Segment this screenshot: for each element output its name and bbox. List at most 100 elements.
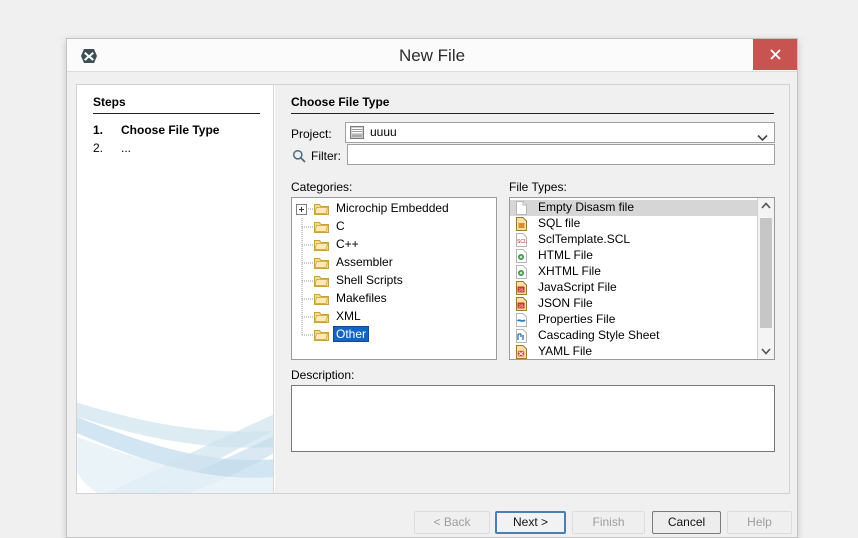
choose-file-type-pane: Choose File Type Project: uuuu Filter: C… bbox=[275, 85, 789, 493]
filter-label: Filter: bbox=[311, 149, 341, 163]
step-item-1: 1. Choose File Type bbox=[93, 123, 268, 141]
file-type-row[interactable]: Empty Disasm file bbox=[510, 200, 774, 216]
file-type-row[interactable]: YAML File bbox=[510, 344, 774, 359]
dialog-button-bar: < Back Next > Finish Cancel Help bbox=[67, 493, 797, 537]
svg-text:JS: JS bbox=[518, 287, 523, 292]
new-file-dialog: New File Steps 1. Choose File Type 2. ..… bbox=[66, 38, 798, 538]
finish-button[interactable]: Finish bbox=[572, 511, 645, 534]
file-type-row[interactable]: HTML File bbox=[510, 248, 774, 264]
description-label: Description: bbox=[291, 368, 355, 382]
folder-icon bbox=[314, 256, 329, 270]
cancel-button[interactable]: Cancel bbox=[652, 511, 721, 534]
category-row-xml[interactable]: XML bbox=[292, 308, 496, 326]
category-label: Shell Scripts bbox=[336, 273, 403, 287]
file-type-row[interactable]: JS JSON File bbox=[510, 296, 774, 312]
desktop-background: New File Steps 1. Choose File Type 2. ..… bbox=[0, 0, 858, 538]
file-type-label: YAML File bbox=[538, 344, 593, 358]
step-item-2: 2. ... bbox=[93, 141, 268, 159]
dialog-title: New File bbox=[398, 46, 466, 65]
css-file-icon bbox=[514, 329, 528, 343]
file-type-row[interactable]: Cascading Style Sheet bbox=[510, 328, 774, 344]
project-value: uuuu bbox=[370, 125, 397, 139]
back-button[interactable]: < Back bbox=[414, 511, 490, 534]
file-types-listbox[interactable]: Empty Disasm file SQL file SCL SclTempla… bbox=[509, 197, 775, 360]
category-row-c[interactable]: C bbox=[292, 218, 496, 236]
folder-icon bbox=[314, 274, 329, 288]
file-type-label: Empty Disasm file bbox=[538, 200, 635, 214]
project-label: Project: bbox=[291, 127, 332, 141]
folder-icon bbox=[314, 202, 329, 216]
file-type-label: JavaScript File bbox=[538, 280, 617, 294]
category-label: Assembler bbox=[336, 255, 393, 269]
steps-heading-rule bbox=[93, 113, 260, 114]
file-type-row[interactable]: SQL file bbox=[510, 216, 774, 232]
categories-label: Categories: bbox=[291, 180, 353, 194]
svg-text:SCL: SCL bbox=[517, 239, 527, 245]
folder-icon bbox=[314, 328, 329, 342]
scl-file-icon: SCL bbox=[514, 233, 528, 247]
yaml-file-icon bbox=[514, 345, 528, 359]
html-file-icon bbox=[514, 249, 528, 263]
step-label: ... bbox=[121, 141, 132, 155]
tree-guide bbox=[301, 308, 314, 326]
file-type-row[interactable]: XHTML File bbox=[510, 264, 774, 280]
category-row-makefiles[interactable]: Makefiles bbox=[292, 290, 496, 308]
step-label: Choose File Type bbox=[121, 123, 220, 137]
category-row-microchip-embedded[interactable]: Microchip Embedded bbox=[292, 200, 496, 218]
folder-icon bbox=[314, 220, 329, 234]
project-icon bbox=[350, 126, 364, 139]
help-button[interactable]: Help bbox=[727, 511, 792, 534]
tree-guide bbox=[301, 290, 314, 308]
page-title-rule bbox=[291, 113, 774, 114]
file-types-list: Empty Disasm file SQL file SCL SclTempla… bbox=[510, 200, 774, 359]
page-title: Choose File Type bbox=[291, 95, 390, 109]
file-type-label: Properties File bbox=[538, 312, 616, 326]
filter-input-wrap[interactable] bbox=[347, 144, 775, 165]
search-icon bbox=[292, 149, 306, 163]
next-button[interactable]: Next > bbox=[495, 511, 566, 534]
file-type-label: JSON File bbox=[538, 296, 593, 310]
steps-list: 1. Choose File Type 2. ... bbox=[93, 123, 268, 159]
file-types-scrollbar[interactable] bbox=[757, 198, 774, 359]
dialog-titlebar: New File bbox=[67, 39, 797, 72]
dialog-content-card: Steps 1. Choose File Type 2. ... Choose … bbox=[76, 84, 790, 494]
scrollbar-thumb[interactable] bbox=[760, 218, 772, 328]
categories-listbox[interactable]: Microchip Embedded C C++ Assembler Shell… bbox=[291, 197, 497, 360]
file-type-row[interactable]: Properties File bbox=[510, 312, 774, 328]
folder-icon bbox=[314, 238, 329, 252]
javascript-file-icon: JS bbox=[514, 281, 528, 295]
folder-icon bbox=[314, 292, 329, 306]
category-label: XML bbox=[336, 309, 361, 323]
tree-guide bbox=[301, 254, 314, 272]
file-type-row[interactable]: SCL SclTemplate.SCL bbox=[510, 232, 774, 248]
category-row-cpp[interactable]: C++ bbox=[292, 236, 496, 254]
tree-guide bbox=[301, 236, 314, 254]
properties-file-icon bbox=[514, 313, 528, 327]
category-label: Makefiles bbox=[336, 291, 387, 305]
close-button[interactable] bbox=[753, 39, 797, 70]
steps-heading: Steps bbox=[93, 95, 126, 109]
category-row-other[interactable]: Other bbox=[292, 326, 496, 344]
file-type-label: Cascading Style Sheet bbox=[538, 328, 660, 342]
category-row-assembler[interactable]: Assembler bbox=[292, 254, 496, 272]
project-combobox[interactable]: uuuu bbox=[345, 122, 775, 143]
scroll-up-button[interactable] bbox=[758, 198, 774, 214]
category-label: C++ bbox=[336, 237, 359, 251]
categories-tree: Microchip Embedded C C++ Assembler Shell… bbox=[292, 200, 496, 344]
tree-guide bbox=[301, 326, 314, 344]
file-type-label: SQL file bbox=[538, 216, 581, 230]
folder-icon bbox=[314, 310, 329, 324]
category-row-shell-scripts[interactable]: Shell Scripts bbox=[292, 272, 496, 290]
tree-guide bbox=[301, 272, 314, 290]
description-box bbox=[291, 385, 775, 452]
scroll-down-button[interactable] bbox=[758, 343, 774, 359]
tree-guide bbox=[301, 218, 314, 236]
filter-input[interactable] bbox=[348, 145, 774, 164]
category-label: Other bbox=[332, 326, 370, 342]
file-type-label: SclTemplate.SCL bbox=[538, 232, 631, 246]
blank-file-icon bbox=[514, 201, 528, 215]
file-types-label: File Types: bbox=[509, 180, 567, 194]
category-label: C bbox=[336, 219, 345, 233]
xhtml-file-icon bbox=[514, 265, 528, 279]
file-type-row[interactable]: JS JavaScript File bbox=[510, 280, 774, 296]
